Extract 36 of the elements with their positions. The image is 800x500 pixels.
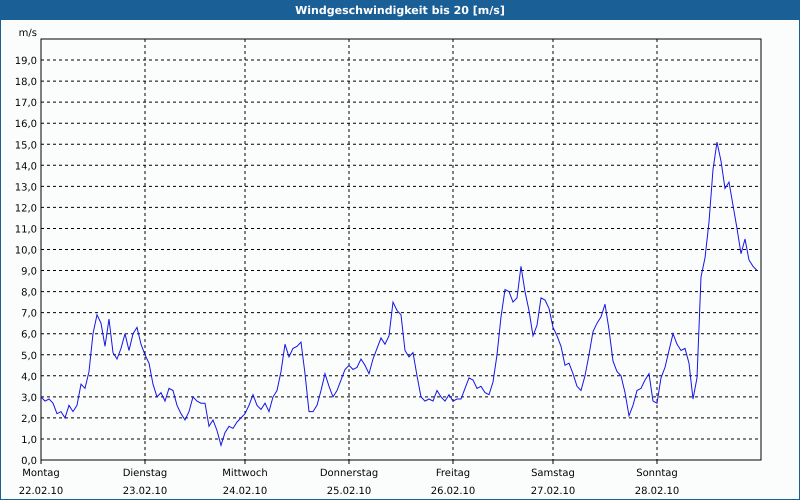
y-axis-unit: m/s	[18, 28, 37, 39]
y-tick-label: 10,0	[14, 246, 37, 256]
y-tick-label: 18,0	[14, 77, 37, 88]
y-tick-label: 15,0	[14, 140, 37, 152]
y-tick-label: 5,0	[21, 350, 37, 362]
x-day-label: Dienstag	[122, 468, 168, 479]
y-tick-label: 7,0	[21, 308, 37, 320]
x-day-label: Freitag	[436, 468, 470, 479]
window-title: Windgeschwindigkeit bis 20 [m/s]	[295, 4, 505, 16]
x-date-label: 27.02.10	[530, 486, 576, 497]
y-tick-label: 11,0	[14, 224, 37, 236]
y-tick-label: 6,0	[21, 330, 37, 341]
y-tick-label: 4,0	[21, 372, 37, 383]
y-tick-label: 13,0	[14, 182, 37, 194]
y-tick-label: 9,0	[21, 266, 37, 278]
y-tick-label: 8,0	[21, 288, 37, 299]
y-tick-label: 14,0	[14, 161, 37, 172]
x-day-label: Donnerstag	[320, 468, 378, 479]
x-day-label: Samstag	[531, 468, 575, 479]
x-date-label: 23.02.10	[122, 486, 168, 497]
x-date-label: 25.02.10	[326, 486, 372, 497]
y-tick-label: 16,0	[14, 119, 37, 130]
x-day-label: Montag	[22, 468, 60, 479]
y-tick-label: 3,0	[21, 392, 37, 404]
y-tick-label: 2,0	[21, 414, 37, 425]
y-tick-label: 12,0	[14, 203, 37, 214]
x-date-label: 26.02.10	[430, 486, 476, 497]
x-day-label: Sonntag	[636, 468, 678, 479]
y-tick-label: 1,0	[21, 434, 37, 446]
x-day-label: Mittwoch	[222, 468, 268, 479]
y-tick-label: 17,0	[14, 98, 37, 110]
x-date-label: 28.02.10	[634, 486, 680, 497]
x-date-label: 24.02.10	[222, 486, 268, 497]
y-tick-label: 19,0	[14, 56, 37, 68]
y-tick-label: 0,0	[21, 456, 37, 467]
x-date-label: 22.02.10	[18, 486, 64, 497]
